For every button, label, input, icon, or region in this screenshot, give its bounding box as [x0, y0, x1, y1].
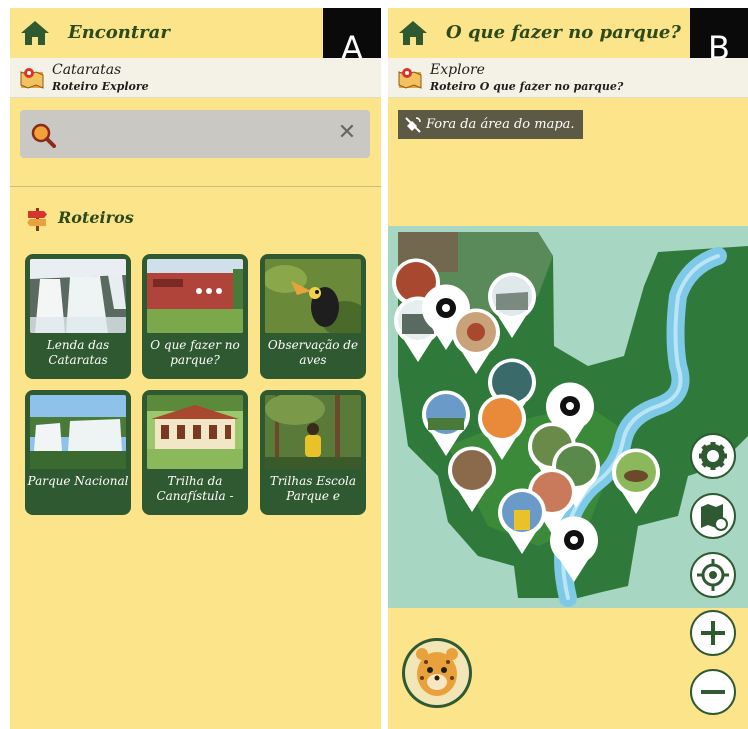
signpost-icon	[27, 208, 47, 231]
card-label: Lenda das Cataratas	[46, 338, 110, 367]
section-title: Roteiros	[58, 208, 134, 227]
route-card[interactable]: Lenda das Cataratas	[25, 254, 131, 379]
map-refresh-icon	[701, 504, 728, 531]
route-subtitle: Roteiro Explore	[52, 80, 149, 93]
route-card[interactable]: O que fazer no parque?	[142, 254, 248, 379]
search-input[interactable]	[66, 120, 336, 148]
route-bar[interactable]: Cataratas Roteiro Explore	[10, 58, 381, 98]
card-label: Observação de aves	[267, 338, 359, 367]
route-bar[interactable]: Explore Roteiro O que fazer no parque?	[388, 58, 748, 98]
map-layers-button[interactable]	[690, 493, 736, 539]
route-subtitle: Roteiro O que fazer no parque?	[430, 80, 624, 93]
map-pin-photo[interactable]	[608, 446, 664, 516]
settings-button[interactable]	[690, 433, 736, 479]
route-title: Explore	[430, 62, 485, 78]
page-title: O que fazer no parque?	[446, 22, 681, 43]
map-pin-photo[interactable]	[494, 486, 550, 556]
locate-button[interactable]	[690, 552, 736, 598]
card-label: Trilha da Canafístula -	[156, 474, 234, 503]
search-bar[interactable]: ✕	[20, 110, 370, 158]
card-image-waterfall	[30, 259, 126, 333]
route-map-icon	[398, 68, 422, 89]
search-icon	[31, 123, 56, 148]
map-pin-photo[interactable]	[444, 444, 500, 514]
locate-icon	[697, 559, 729, 591]
panel-a: Encontrar A Cataratas Roteiro Explore ✕ …	[10, 8, 381, 729]
close-icon[interactable]: ✕	[334, 120, 360, 146]
route-map-icon	[20, 68, 44, 89]
gear-icon	[699, 442, 727, 470]
card-image-falls-rainbow	[30, 395, 126, 469]
map-pin-info[interactable]	[546, 514, 602, 584]
divider	[10, 186, 381, 187]
home-icon[interactable]	[20, 20, 50, 46]
route-card[interactable]: Parque Nacional	[25, 390, 131, 515]
jaguar-icon	[405, 641, 469, 705]
panel-b: O que fazer no parque? B Explore Roteiro…	[388, 8, 748, 729]
card-label: Parque Nacional	[27, 474, 129, 488]
card-image-house	[147, 395, 243, 469]
zoom-out-button[interactable]	[690, 669, 736, 715]
gps-status-text: Fora da área do mapa.	[426, 117, 575, 132]
gps-status-badge: Fora da área do mapa.	[398, 110, 583, 139]
route-card[interactable]: Trilha da Canafístula -	[142, 390, 248, 515]
card-label: O que fazer no parque?	[150, 338, 240, 367]
card-image-building	[147, 259, 243, 333]
card-image-forest-person	[265, 395, 361, 469]
park-map[interactable]	[388, 226, 748, 608]
route-title: Cataratas	[52, 62, 122, 78]
zoom-out-icon	[701, 690, 725, 694]
route-card[interactable]: Observação de aves	[260, 254, 366, 379]
card-label: Trilhas Escola Parque e	[269, 474, 357, 503]
satellite-off-icon	[405, 117, 421, 133]
card-image-toucan	[265, 259, 361, 333]
zoom-in-button[interactable]	[690, 610, 736, 656]
top-bar: Encontrar A	[10, 8, 381, 88]
home-icon[interactable]	[398, 20, 428, 46]
top-bar: O que fazer no parque? B	[388, 8, 748, 88]
zoom-in-icon	[701, 621, 725, 645]
route-card[interactable]: Trilhas Escola Parque e	[260, 390, 366, 515]
jaguar-mascot-avatar[interactable]	[402, 638, 472, 708]
page-title: Encontrar	[68, 22, 170, 43]
